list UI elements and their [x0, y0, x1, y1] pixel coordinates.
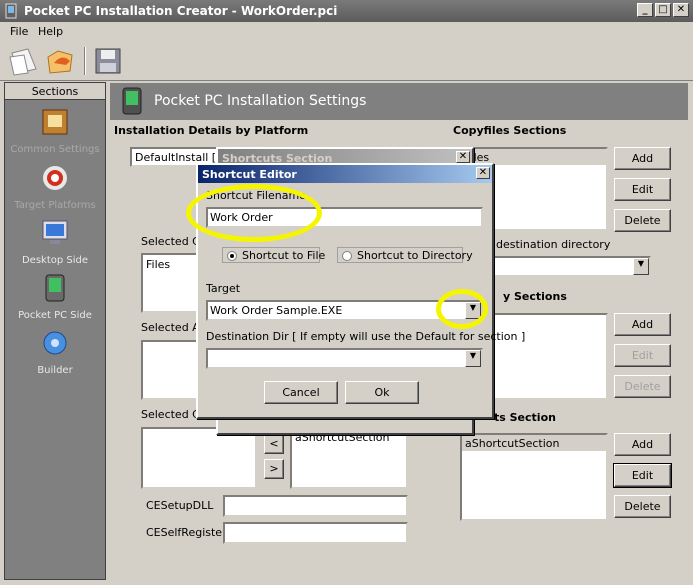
- installation-details-title: Installation Details by Platform: [114, 124, 309, 137]
- toolbar: [0, 41, 693, 81]
- highlight-annotation: [186, 184, 322, 242]
- gear-icon: [43, 331, 67, 355]
- maximize-button[interactable]: □: [655, 3, 671, 17]
- move-left-button[interactable]: <: [264, 434, 284, 454]
- selected-copyfiles-list[interactable]: Files: [141, 253, 201, 313]
- save-button[interactable]: [92, 45, 126, 77]
- target-icon: [43, 166, 67, 190]
- floppy-disk-icon: [95, 48, 121, 74]
- menu-help[interactable]: Help: [38, 25, 63, 38]
- common-settings-icon: [42, 109, 68, 135]
- selected-ceshortcuts-list[interactable]: [141, 427, 257, 489]
- sidebar-item-label: Common Settings: [10, 144, 100, 155]
- cesetupdll-input[interactable]: [223, 495, 408, 517]
- shortcuts-edit-button[interactable]: Edit: [613, 463, 672, 488]
- window-title: Pocket PC Installation Creator - WorkOrd…: [24, 4, 338, 18]
- registry-add-button[interactable]: Add: [614, 313, 671, 336]
- pda-icon: [45, 274, 65, 302]
- sidebar-item-label: Pocket PC Side: [18, 310, 92, 321]
- sidebar-item-label: Builder: [37, 365, 73, 376]
- sidebar-item-target-platforms[interactable]: Target Platforms: [5, 163, 105, 211]
- sidebar-item-label: Desktop Side: [21, 255, 89, 266]
- radio-unselected-icon: [342, 251, 352, 261]
- copyfiles-edit-button[interactable]: Edit: [614, 178, 671, 201]
- radio-shortcut-to-file[interactable]: Shortcut to File: [222, 247, 325, 263]
- dialog-title: Shortcut Editor: [202, 168, 297, 181]
- shortcuts-add-button[interactable]: Add: [614, 433, 671, 456]
- close-icon[interactable]: ✕: [476, 167, 490, 179]
- title-bar: Pocket PC Installation Creator - WorkOrd…: [0, 0, 693, 22]
- copyfiles-title: Copyfiles Sections: [453, 124, 567, 137]
- list-item[interactable]: Files: [146, 258, 170, 271]
- target-value: Work Order Sample.EXE: [210, 304, 343, 317]
- shortcuts-delete-button[interactable]: Delete: [614, 495, 671, 518]
- minimize-button[interactable]: _: [637, 3, 653, 17]
- ceselfregister-input[interactable]: [223, 522, 408, 544]
- new-button[interactable]: [6, 45, 40, 77]
- list-item[interactable]: aShortcutSection: [462, 435, 606, 451]
- radio-label: Shortcut to Directory: [357, 249, 473, 262]
- cancel-button[interactable]: Cancel: [264, 381, 338, 404]
- open-button[interactable]: [44, 45, 78, 77]
- pda-icon: [122, 87, 142, 115]
- page-title: Pocket PC Installation Settings: [154, 93, 367, 109]
- menu-bar: File Help: [0, 22, 693, 41]
- destination-directory-label: destination directory: [496, 238, 611, 251]
- target-label: Target: [206, 282, 241, 295]
- radio-shortcut-to-directory[interactable]: Shortcut to Directory: [337, 247, 473, 263]
- sidebar-item-common-settings[interactable]: Common Settings: [5, 107, 105, 155]
- move-right-button[interactable]: >: [264, 459, 284, 479]
- dialog-title-bar: Shortcut Editor ✕: [198, 165, 492, 183]
- highlight-annotation: [436, 289, 488, 329]
- shortcuts-section-title: ts Section: [494, 411, 556, 424]
- app-icon: [5, 3, 17, 19]
- chevron-down-icon[interactable]: ▼: [633, 258, 649, 275]
- sidebar-item-builder[interactable]: Builder: [5, 328, 105, 376]
- ok-button[interactable]: Ok: [345, 381, 419, 404]
- open-folder-icon: [47, 50, 73, 74]
- destination-dir-label: Destination Dir [ If empty will use the …: [206, 330, 526, 343]
- sidebar-header: Sections: [5, 83, 105, 100]
- ceselfregister-label: CESelfRegister: [146, 526, 227, 539]
- cesetupdll-label: CESetupDLL: [146, 499, 214, 512]
- shortcuts-list[interactable]: aShortcutSection: [460, 433, 608, 521]
- close-button[interactable]: ✕: [673, 3, 689, 17]
- settings-banner: Pocket PC Installation Settings: [110, 83, 688, 120]
- chevron-down-icon[interactable]: ▼: [465, 350, 481, 367]
- registry-delete-button[interactable]: Delete: [614, 375, 671, 398]
- registry-sections-title: y Sections: [503, 290, 567, 303]
- monitor-icon: [42, 220, 68, 244]
- close-icon[interactable]: ✕: [456, 151, 470, 163]
- available-ceshortcuts-list[interactable]: aShortcutSection: [290, 427, 408, 489]
- selected-addreg-list[interactable]: [141, 340, 201, 400]
- destination-dir-dropdown[interactable]: ▼: [206, 348, 483, 369]
- sidebar-item-desktop-side[interactable]: Desktop Side: [5, 218, 105, 266]
- sections-sidebar: Sections Common Settings Target Platform…: [4, 82, 106, 580]
- copyfiles-add-button[interactable]: Add: [614, 147, 671, 170]
- sidebar-item-label: Target Platforms: [14, 200, 96, 211]
- radio-selected-icon: [227, 251, 237, 261]
- new-document-icon: [9, 48, 37, 76]
- menu-file[interactable]: File: [10, 25, 28, 38]
- sidebar-item-pocket-pc-side[interactable]: Pocket PC Side: [5, 273, 105, 321]
- registry-edit-button[interactable]: Edit: [614, 344, 671, 367]
- radio-label: Shortcut to File: [242, 249, 326, 262]
- copyfiles-delete-button[interactable]: Delete: [614, 209, 671, 232]
- toolbar-separator: [84, 47, 86, 75]
